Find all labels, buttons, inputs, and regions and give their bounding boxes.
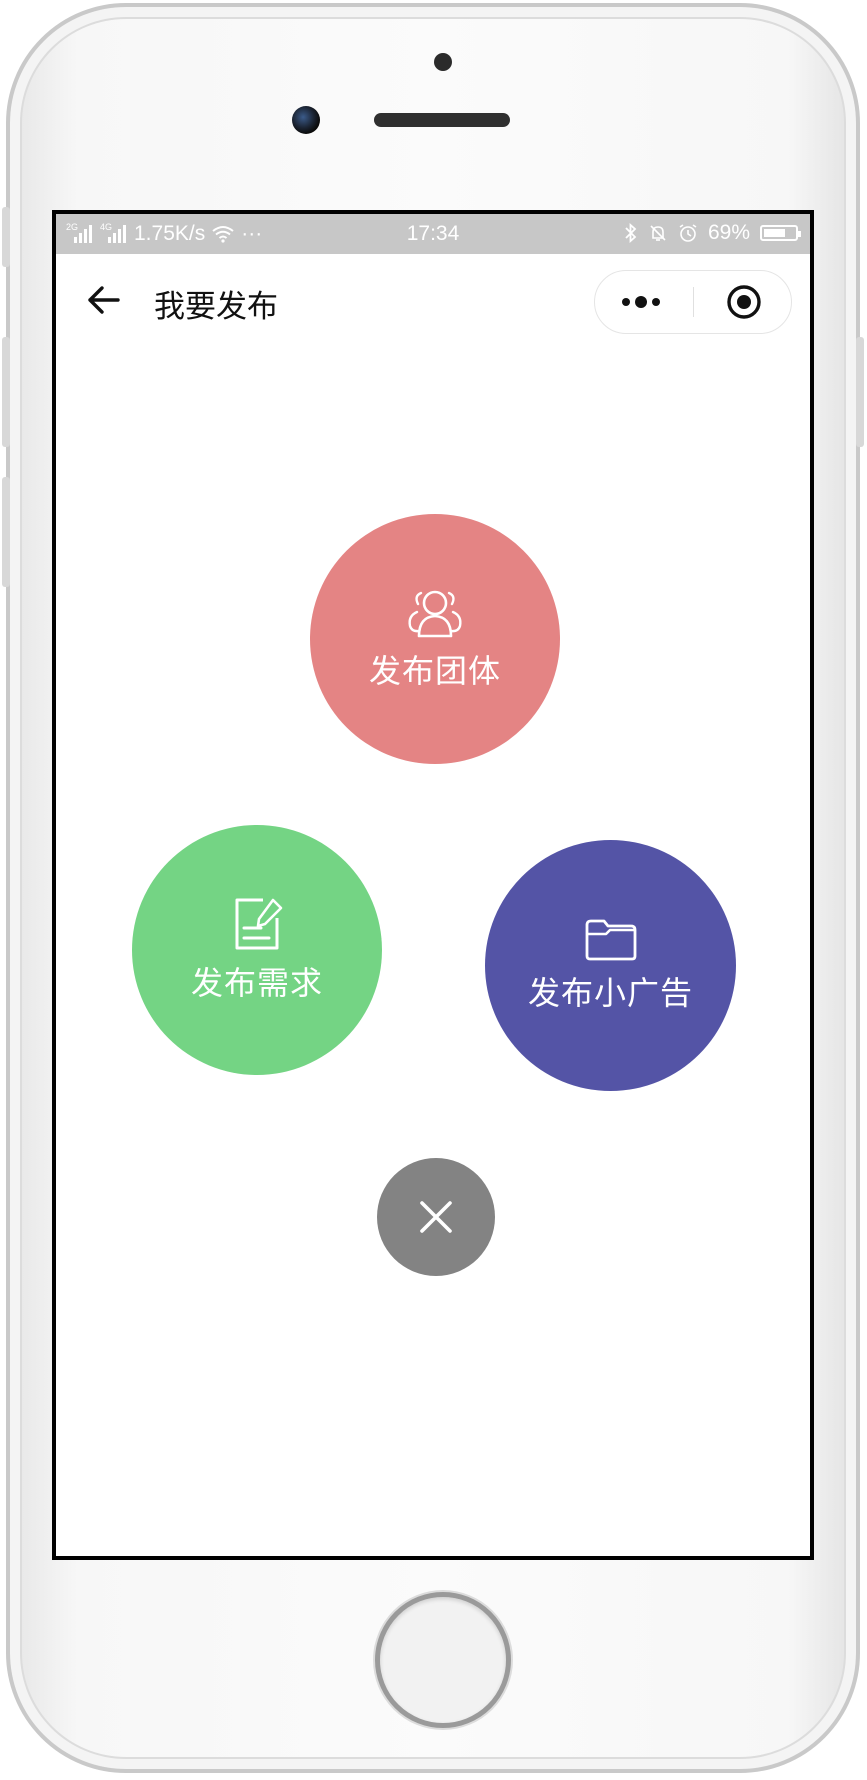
capsule-close-button[interactable] [694,271,791,333]
back-button[interactable] [86,282,122,318]
users-icon [408,590,462,638]
volume-up-button [2,337,10,447]
publish-demand-button[interactable]: 发布需求 [132,825,382,1075]
edit-note-icon [235,898,283,950]
close-icon [420,1201,452,1233]
publish-group-button[interactable]: 发布团体 [310,514,560,764]
battery-fill [764,229,785,237]
front-camera [292,106,320,134]
mini-program-capsule [594,270,792,334]
more-dots-icon [622,296,660,308]
earpiece-speaker [374,113,510,127]
home-button[interactable] [375,1592,511,1728]
arrow-left-icon [88,286,120,314]
volume-down-button [2,477,10,587]
proximity-sensor [434,53,452,71]
close-menu-button[interactable] [377,1158,495,1276]
bluetooth-icon [625,223,637,243]
mute-bell-icon [650,225,666,241]
publish-ad-label: 发布小广告 [527,973,693,1012]
folder-icon [585,919,636,960]
battery-percent: 69% [707,221,750,244]
publish-ad-button[interactable]: 发布小广告 [485,840,736,1091]
publish-demand-label: 发布需求 [190,964,323,1002]
capsule-more-button[interactable] [595,271,693,333]
nav-bar: 我要发布 [56,254,810,346]
page-title: 我要发布 [154,289,278,325]
publish-group-label: 发布团体 [368,652,501,690]
target-circle-icon [727,285,761,319]
status-bar: 2G 4G 1.75K/s ··· 17:34 69% [56,214,810,254]
mute-switch [2,207,10,267]
app-screen: 2G 4G 1.75K/s ··· 17:34 69% 我要发布 发布团体 发布… [52,210,814,1560]
power-button [856,337,864,447]
alarm-icon [679,224,697,242]
battery-icon [760,225,801,241]
